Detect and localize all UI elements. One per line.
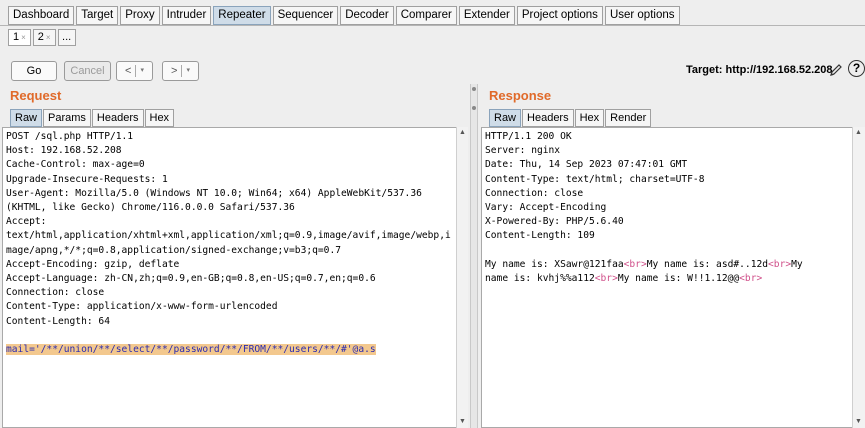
close-icon[interactable]: × [46,30,51,45]
request-editor[interactable]: POST /sql.php HTTP/1.1 Host: 192.168.52.… [2,127,457,428]
response-line: Content-Type: text/html; charset=UTF-8 [485,173,705,185]
html-tag: <br> [739,273,763,285]
request-line: mage/apng,*/*;q=0.8,application/signed-e… [6,244,342,256]
tab-bar-divider [0,25,865,26]
button-separator [135,65,137,77]
target-label: Target: http://192.168.52.208 [686,64,833,76]
response-line: HTTP/1.1 200 OK [485,131,572,142]
repeater-tab-label: 1 [13,31,20,43]
tab-target[interactable]: Target [76,6,119,25]
tab-user-options[interactable]: User options [604,6,680,25]
scroll-up-icon[interactable]: ▲ [457,127,468,139]
html-tag: <br> [768,258,792,270]
forward-button[interactable]: > ▾ [162,61,199,81]
response-tab-hex[interactable]: Hex [574,109,605,127]
request-tab-raw[interactable]: Raw [10,109,43,127]
chevron-down-icon[interactable]: ▾ [140,62,144,80]
request-line: Accept-Language: zh-CN,zh;q=0.9,en-GB;q=… [6,273,376,285]
tab-dashboard[interactable]: Dashboard [8,6,75,25]
scroll-down-icon[interactable]: ▼ [457,416,468,428]
repeater-tab-label: 2 [37,31,44,43]
request-text[interactable]: POST /sql.php HTTP/1.1 Host: 192.168.52.… [3,128,456,359]
tab-sequencer[interactable]: Sequencer [272,6,339,25]
help-icon[interactable]: ? [848,60,865,77]
tab-comparer[interactable]: Comparer [395,6,457,25]
request-body-payload[interactable]: mail='/**/union/**/select/**/password/**… [6,344,376,356]
request-scrollbar[interactable]: ▲ ▼ [456,127,468,428]
new-tab-button[interactable]: ... [57,29,76,46]
tab-decoder[interactable]: Decoder [340,6,394,25]
request-line: (KHTML, like Gecko) Chrome/116.0.0.0 Saf… [6,202,295,214]
chevron-down-icon[interactable]: ▾ [186,62,190,80]
request-line: Cache-Control: max-age=0 [6,159,145,171]
back-button[interactable]: < ▾ [116,61,153,81]
main-tab-bar: Dashboard Target Proxy Intruder Repeater Sequ… [8,6,682,26]
tab-repeater[interactable]: Repeater [213,6,271,25]
request-line: Content-Length: 64 [6,315,110,327]
request-line: Accept-Encoding: gzip, deflate [6,258,180,270]
response-scrollbar[interactable]: ▲ ▼ [852,127,865,428]
repeater-tab-label: ... [62,31,72,43]
request-tab-bar: Raw Params Headers Hex [10,109,175,127]
tab-project-options[interactable]: Project options [516,6,603,25]
response-tab-raw[interactable]: Raw [489,109,522,127]
repeater-tab-bar: 1 × 2 ×... [8,29,78,47]
request-title: Request [10,88,62,103]
request-line: Content-Type: application/x-www-form-url… [6,301,278,313]
request-line: Host: 192.168.52.208 [6,145,122,157]
request-line: text/html,application/xhtml+xml,applicat… [6,230,451,242]
back-arrow-icon: < [125,65,132,77]
response-line: X-Powered-By: PHP/5.6.40 [485,216,624,228]
repeater-tab-2[interactable]: 2 × [32,29,56,46]
response-line: Vary: Accept-Encoding [485,202,607,214]
close-icon[interactable]: × [21,30,26,45]
response-body-text: My name is: XSawr@121faa [485,258,624,270]
response-tab-headers[interactable]: Headers [522,109,574,127]
response-line: Connection: close [485,187,584,199]
forward-arrow-icon: > [171,65,178,77]
request-line: Connection: close [6,287,105,299]
request-line: Accept: [6,216,47,228]
scroll-up-icon[interactable]: ▲ [853,127,864,139]
request-line: User-Agent: Mozilla/5.0 (Windows NT 10.0… [6,187,422,199]
response-title: Response [489,88,552,103]
response-body-text: My name is: W!!1.12@@ [617,273,740,285]
tab-intruder[interactable]: Intruder [161,6,212,25]
go-button[interactable]: Go [11,61,57,81]
tab-extender[interactable]: Extender [458,6,515,25]
request-line: POST /sql.php HTTP/1.1 [6,131,134,142]
response-line: Date: Thu, 14 Sep 2023 07:47:01 GMT [485,159,688,171]
response-body-text: My name is: asd#..12d [646,258,769,270]
cancel-button[interactable]: Cancel [64,61,111,81]
html-tag: <br> [594,273,618,285]
repeater-tab-1[interactable]: 1 × [8,29,31,46]
response-text[interactable]: HTTP/1.1 200 OK Server: nginx Date: Thu,… [482,128,852,288]
html-tag: <br> [623,258,647,270]
pencil-icon[interactable] [829,62,843,78]
splitter-grip-icon [472,106,476,110]
splitter-grip-icon [472,87,476,91]
button-separator [181,65,183,77]
request-tab-hex[interactable]: Hex [144,109,175,127]
tab-proxy[interactable]: Proxy [120,6,160,25]
response-line: Content-Length: 109 [485,230,595,242]
response-tab-render[interactable]: Render [605,109,652,127]
request-line: Upgrade-Insecure-Requests: 1 [6,173,168,185]
response-editor[interactable]: HTTP/1.1 200 OK Server: nginx Date: Thu,… [481,127,853,428]
response-tab-bar: Raw Headers Hex Render [489,109,652,127]
response-line: Server: nginx [485,145,561,157]
pane-splitter[interactable] [470,84,478,428]
request-tab-params[interactable]: Params [43,109,91,127]
request-tab-headers[interactable]: Headers [91,109,144,127]
scroll-down-icon[interactable]: ▼ [853,416,864,428]
